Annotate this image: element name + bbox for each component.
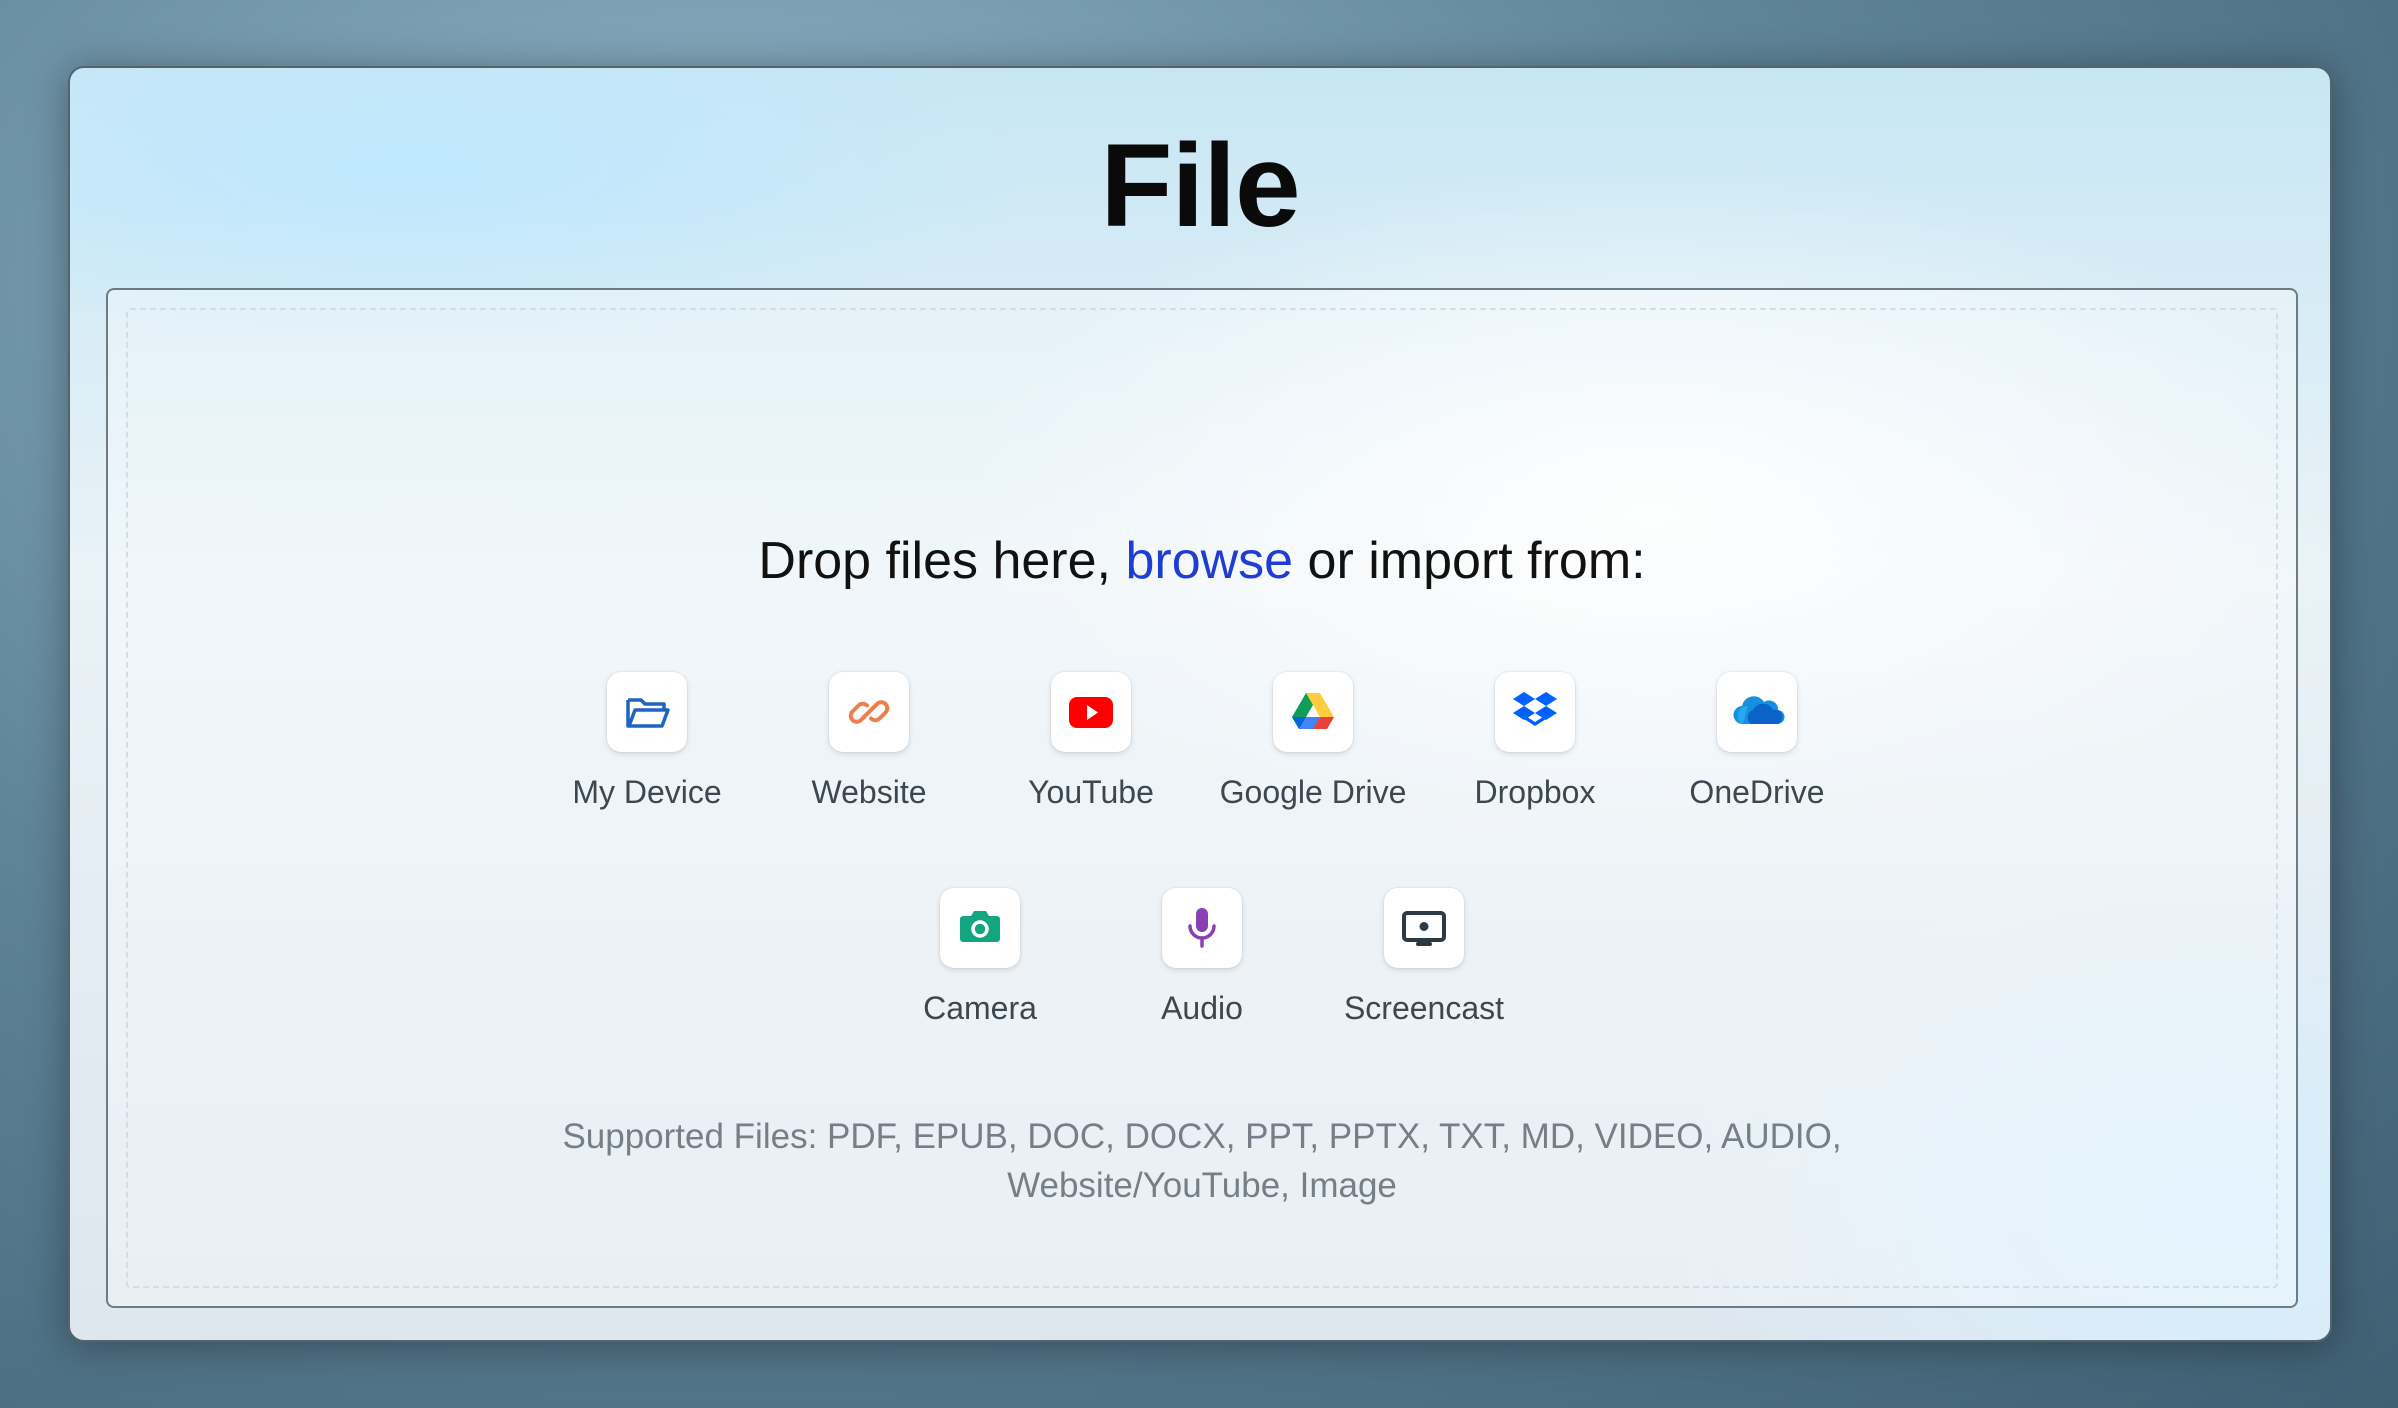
file-import-window: File Drop files here, browse or import f… (68, 66, 2332, 1342)
source-screencast[interactable]: Screencast (1313, 888, 1535, 1027)
source-tile[interactable] (607, 672, 687, 752)
source-tile[interactable] (1384, 888, 1464, 968)
camera-icon (960, 911, 1000, 942)
drop-prompt-text: Drop files here, (758, 532, 1111, 590)
microphone-icon (1188, 908, 1216, 948)
onedrive-icon (1733, 696, 1785, 725)
source-youtube[interactable]: YouTube (980, 672, 1202, 811)
source-tile[interactable] (1495, 672, 1575, 752)
dropbox-icon (1513, 692, 1557, 726)
import-sources-row-1: My Device Website YouTube Google Drive D… (108, 672, 2296, 811)
screencast-icon (1402, 911, 1446, 946)
google-drive-icon (1292, 693, 1334, 729)
youtube-icon (1069, 697, 1113, 728)
browse-link[interactable]: browse (1125, 532, 1293, 590)
source-label: Dropbox (1474, 774, 1596, 810)
drop-prompt-suffix: or import from: (1307, 532, 1646, 590)
drop-prompt: Drop files here, browse or import from: (108, 530, 2296, 592)
source-label: Audio (1161, 990, 1243, 1026)
source-label: My Device (572, 774, 722, 810)
source-label: YouTube (1028, 774, 1154, 810)
source-tile[interactable] (1162, 888, 1242, 968)
supported-files-line-2: Website/YouTube, Image (1007, 1166, 1397, 1205)
drop-zone[interactable]: Drop files here, browse or import from: … (106, 288, 2298, 1308)
page-title: File (1100, 120, 1300, 252)
supported-files-line-1: Supported Files: PDF, EPUB, DOC, DOCX, P… (562, 1117, 1842, 1156)
supported-files-note: Supported Files: PDF, EPUB, DOC, DOCX, P… (108, 1112, 2296, 1210)
source-audio[interactable]: Audio (1091, 888, 1313, 1027)
source-label: Screencast (1343, 990, 1505, 1026)
source-tile[interactable] (1717, 672, 1797, 752)
source-tile[interactable] (1051, 672, 1131, 752)
source-google-drive[interactable]: Google Drive (1202, 672, 1424, 811)
import-sources-row-2: Camera Audio Screencast (108, 888, 2296, 1027)
source-dropbox[interactable]: Dropbox (1424, 672, 1646, 811)
source-camera[interactable]: Camera (869, 888, 1091, 1027)
source-website[interactable]: Website (758, 672, 980, 811)
source-my-device[interactable]: My Device (536, 672, 758, 811)
source-label: Website (811, 774, 927, 810)
source-onedrive[interactable]: OneDrive (1646, 672, 1868, 811)
source-label: OneDrive (1689, 774, 1825, 810)
source-tile[interactable] (1273, 672, 1353, 752)
source-label: Camera (923, 990, 1037, 1026)
source-label: Google Drive (1219, 774, 1407, 810)
folder-icon (626, 698, 670, 728)
source-tile[interactable] (940, 888, 1020, 968)
link-icon (848, 700, 890, 724)
source-tile[interactable] (829, 672, 909, 752)
